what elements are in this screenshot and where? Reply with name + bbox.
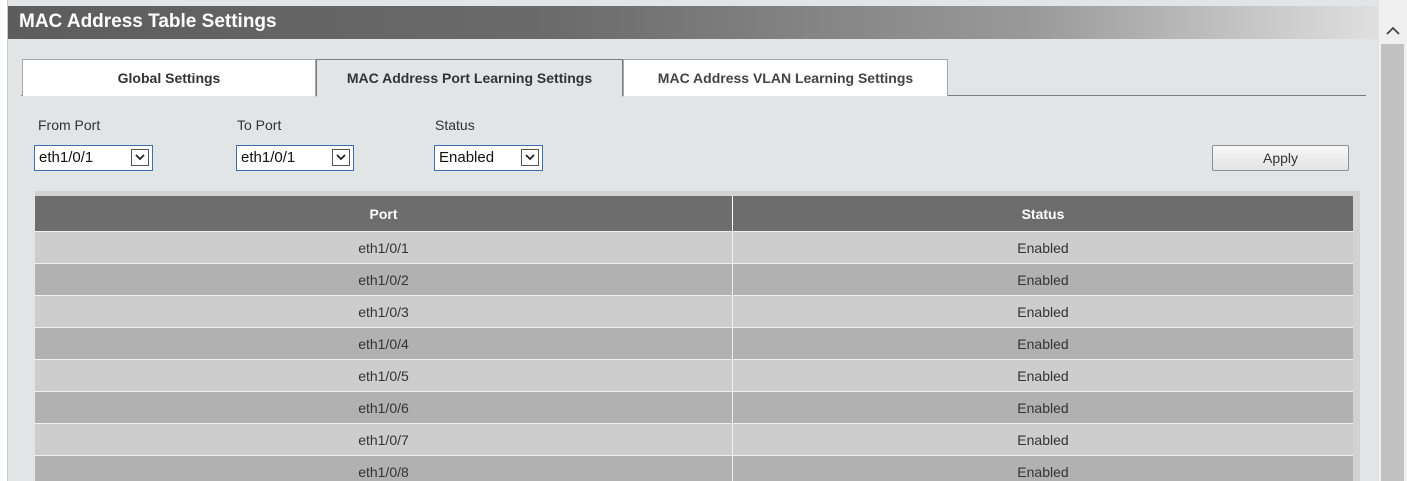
port-cell: eth1/0/1 (35, 231, 733, 264)
chevron-down-icon (332, 149, 350, 166)
status-value: Enabled (439, 149, 495, 166)
table-row: eth1/0/4 Enabled (35, 327, 1353, 360)
status-cell: Enabled (732, 359, 1353, 392)
status-cell: Enabled (732, 327, 1353, 360)
from-port-value: eth1/0/1 (39, 149, 94, 166)
to-port-value: eth1/0/1 (241, 149, 296, 166)
status-cell: Enabled (732, 391, 1353, 424)
column-header-status: Status (732, 196, 1353, 232)
status-cell: Enabled (732, 263, 1353, 296)
port-learning-table: Port Status eth1/0/1 Enabled eth1/0/2 En… (35, 191, 1360, 481)
from-port-label: From Port (38, 117, 101, 133)
chevron-down-icon (521, 149, 539, 166)
port-cell: eth1/0/2 (35, 263, 733, 296)
tab-global-settings[interactable]: Global Settings (22, 59, 316, 96)
chevron-up-icon[interactable] (1379, 20, 1407, 42)
table-row: eth1/0/6 Enabled (35, 391, 1353, 424)
to-port-label: To Port (237, 117, 282, 133)
to-port-select[interactable]: eth1/0/1 (236, 145, 354, 171)
status-cell: Enabled (732, 295, 1353, 328)
port-cell: eth1/0/6 (35, 391, 733, 424)
tab-vlan-learning-settings[interactable]: MAC Address VLAN Learning Settings (623, 59, 948, 96)
status-label: Status (435, 117, 475, 133)
chevron-down-icon (131, 149, 149, 166)
status-cell: Enabled (732, 231, 1353, 264)
table-row: eth1/0/1 Enabled (35, 231, 1353, 264)
column-header-port: Port (35, 196, 733, 232)
port-cell: eth1/0/5 (35, 359, 733, 392)
table-row: eth1/0/7 Enabled (35, 423, 1353, 456)
vertical-scrollbar[interactable] (1379, 0, 1407, 481)
table-row: eth1/0/2 Enabled (35, 263, 1353, 296)
status-select[interactable]: Enabled (434, 145, 543, 171)
port-cell: eth1/0/4 (35, 327, 733, 360)
table-row: eth1/0/5 Enabled (35, 359, 1353, 392)
apply-button[interactable]: Apply (1212, 145, 1349, 171)
tab-port-learning-settings[interactable]: MAC Address Port Learning Settings (316, 59, 623, 97)
status-cell: Enabled (732, 455, 1353, 481)
scrollbar-thumb[interactable] (1381, 44, 1404, 481)
port-cell: eth1/0/3 (35, 295, 733, 328)
page-title: MAC Address Table Settings (8, 6, 1379, 39)
port-cell: eth1/0/8 (35, 455, 733, 481)
table-row: eth1/0/8 Enabled (35, 455, 1353, 481)
from-port-select[interactable]: eth1/0/1 (34, 145, 153, 171)
content-panel: MAC Address Table Settings Global Settin… (7, 0, 1379, 481)
table-row: eth1/0/3 Enabled (35, 295, 1353, 328)
status-cell: Enabled (732, 423, 1353, 456)
port-cell: eth1/0/7 (35, 423, 733, 456)
table-header-row: Port Status (35, 196, 1353, 232)
